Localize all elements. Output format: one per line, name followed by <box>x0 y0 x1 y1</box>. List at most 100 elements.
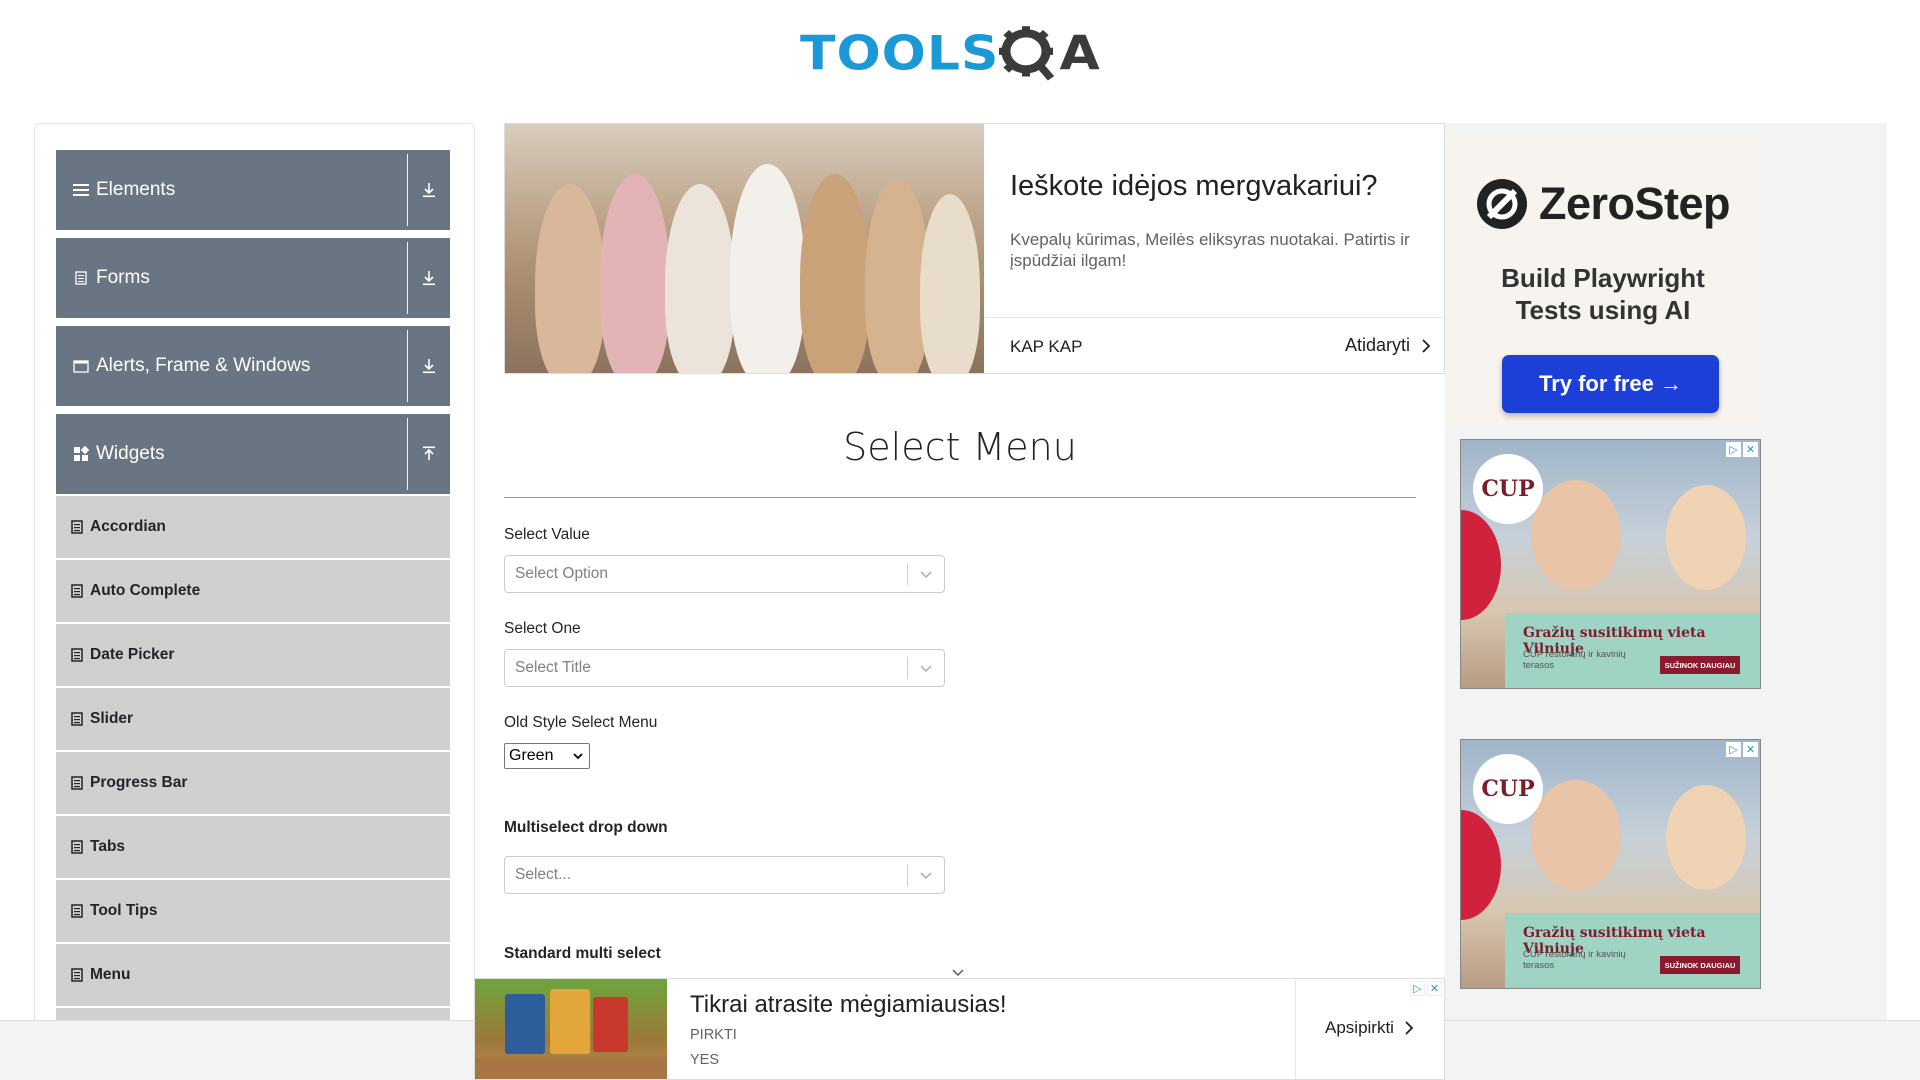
close-icon[interactable]: ✕ <box>1743 742 1758 757</box>
logo-tools-text: TOOLS <box>800 27 1000 81</box>
select-one-dropdown[interactable]: Select Title <box>504 649 945 687</box>
old-style-select[interactable]: Green <box>504 743 590 769</box>
select-value-label: Select Value <box>504 526 590 543</box>
ad-photo-person <box>1666 785 1746 890</box>
sidebar-item-label: Tool Tips <box>90 902 158 919</box>
multiselect-label: Multiselect drop down <box>504 819 668 836</box>
list-icon <box>71 584 83 598</box>
sidebar-item-slider[interactable]: Slider <box>56 688 450 750</box>
multiselect-placeholder: Select... <box>515 866 571 883</box>
page-title: Select Menu <box>843 425 1077 469</box>
sidebar-item-label: Date Picker <box>90 646 175 663</box>
zerostep-ad[interactable]: ZeroStep Build Playwright Tests using AI… <box>1445 135 1761 425</box>
zerostep-tagline: Build Playwright Tests using AI <box>1445 262 1761 326</box>
sidebar-item-tool-tips[interactable]: Tool Tips <box>56 880 450 942</box>
divider <box>1295 979 1296 1079</box>
list-icon <box>71 968 83 982</box>
select-one-placeholder: Select Title <box>515 659 591 676</box>
standard-multi-select-label: Standard multi select <box>504 945 661 962</box>
multiselect-dropdown[interactable]: Select... <box>504 856 945 894</box>
download-icon[interactable] <box>408 270 450 286</box>
cup-ad-2[interactable]: CUP Gražių susitikimų vieta Vilniuje CUP… <box>1460 739 1761 989</box>
old-style-select-value: Green <box>509 747 554 764</box>
cup-ad-button[interactable]: SUŽINOK DAUGIAU <box>1660 656 1740 674</box>
ad-choices[interactable]: ▷ ✕ <box>1726 442 1758 457</box>
list-icon <box>71 520 83 534</box>
cup-ad-subtitle: CUP restoranų ir kavinių terasos <box>1523 949 1626 971</box>
sidebar-item-accordian[interactable]: Accordian <box>56 496 450 558</box>
bottom-ad-cta[interactable]: Apsipirkti <box>1325 1018 1416 1038</box>
sidebar-item-menu[interactable]: Menu <box>56 944 450 1006</box>
chevron-down-icon[interactable] <box>908 663 944 673</box>
ad-choices[interactable]: ▷ ✕ <box>1726 742 1758 757</box>
adchoices-icon[interactable]: ▷ <box>1726 442 1741 457</box>
toolsqa-logo[interactable]: TOOLS A <box>800 14 1130 94</box>
gear-icon <box>999 26 1055 81</box>
divider <box>407 330 408 402</box>
bottom-ad-title: Tikrai atrasite mėgiamiausias! <box>690 991 1007 1018</box>
ad-open-button[interactable]: Atidaryti <box>1345 335 1434 356</box>
top-banner-ad[interactable]: Ieškote idėjos mergvakariui? Kvepalų kūr… <box>504 123 1445 374</box>
select-value-placeholder: Select Option <box>515 565 609 582</box>
select-value-dropdown[interactable]: Select Option <box>504 555 945 593</box>
zerostep-try-button[interactable]: Try for free → <box>1502 355 1719 413</box>
sidebar-group-forms[interactable]: Forms <box>56 238 450 318</box>
logo-a-text: A <box>1059 27 1100 81</box>
ad-photo-person <box>1666 485 1746 590</box>
sidebar-group-label: Forms <box>96 267 150 288</box>
sidebar-group-alerts[interactable]: Alerts, Frame & Windows <box>56 326 450 406</box>
logo-qa-text: A <box>999 26 1100 82</box>
chevron-down-icon <box>573 753 583 760</box>
sidebar-item-auto-complete[interactable]: Auto Complete <box>56 560 450 622</box>
sidebar-group-widgets[interactable]: Widgets <box>56 414 450 494</box>
adchoices-icon[interactable]: ▷ <box>1726 742 1741 757</box>
old-style-select-label: Old Style Select Menu <box>504 714 658 731</box>
close-icon[interactable]: ✕ <box>1427 981 1442 996</box>
bottom-ad[interactable]: Tikrai atrasite mėgiamiausias! PIRKTI YE… <box>474 978 1445 1080</box>
hamburger-icon <box>72 181 90 199</box>
list-icon <box>71 712 83 726</box>
sidebar-group-elements[interactable]: Elements <box>56 150 450 230</box>
ad-text: Kvepalų kūrimas, Meilės eliksyras nuotak… <box>1010 230 1410 270</box>
sidebar-item-tabs[interactable]: Tabs <box>56 816 450 878</box>
cup-ad-1[interactable]: CUP Gražių susitikimų vieta Vilniuje CUP… <box>1460 439 1761 689</box>
sidebar-item-label: Accordian <box>90 518 166 535</box>
close-icon[interactable]: ✕ <box>1743 442 1758 457</box>
sidebar-item-label: Auto Complete <box>90 582 201 599</box>
upload-icon[interactable] <box>408 446 450 462</box>
list-icon <box>71 904 83 918</box>
sidebar-item-date-picker[interactable]: Date Picker <box>56 624 450 686</box>
chevron-down-icon[interactable] <box>908 870 944 880</box>
ad-choices[interactable]: ▷ ✕ <box>1410 981 1442 996</box>
zerostep-tagline-line2: Tests using AI <box>1515 295 1691 325</box>
sidebar-item-progress-bar[interactable]: Progress Bar <box>56 752 450 814</box>
zerostep-logo-icon <box>1477 179 1527 229</box>
divider <box>407 418 408 490</box>
ad-photo-person <box>1531 480 1621 590</box>
cup-logo: CUP <box>1473 454 1543 524</box>
adchoices-icon[interactable]: ▷ <box>1410 981 1425 996</box>
sidebar-group-label: Elements <box>96 179 176 200</box>
zerostep-brand: ZeroStep <box>1539 178 1731 229</box>
widgets-icon <box>72 445 90 463</box>
zerostep-logo: ZeroStep <box>1475 177 1731 231</box>
ad-title: Ieškote idėjos mergvakariui? <box>1010 170 1378 202</box>
form-icon <box>72 269 90 287</box>
zerostep-tagline-line1: Build Playwright <box>1501 263 1705 293</box>
left-panel: Elements Forms Alerts, Frame & Windows W… <box>34 123 475 1053</box>
list-icon <box>71 840 83 854</box>
select-one-label: Select One <box>504 620 581 637</box>
sidebar-item-label: Progress Bar <box>90 774 188 791</box>
window-icon <box>72 357 90 375</box>
download-icon[interactable] <box>408 358 450 374</box>
download-icon[interactable] <box>408 182 450 198</box>
bottom-ad-line1: PIRKTI <box>690 1027 737 1043</box>
sidebar-item-label: Tabs <box>90 838 126 855</box>
decor-shape <box>1461 810 1501 920</box>
list-icon <box>71 776 83 790</box>
divider <box>407 242 408 314</box>
cup-logo: CUP <box>1473 754 1543 824</box>
cup-ad-button[interactable]: SUŽINOK DAUGIAU <box>1660 956 1740 974</box>
chevron-down-icon[interactable] <box>908 569 944 579</box>
chevron-down-icon[interactable] <box>951 967 965 977</box>
